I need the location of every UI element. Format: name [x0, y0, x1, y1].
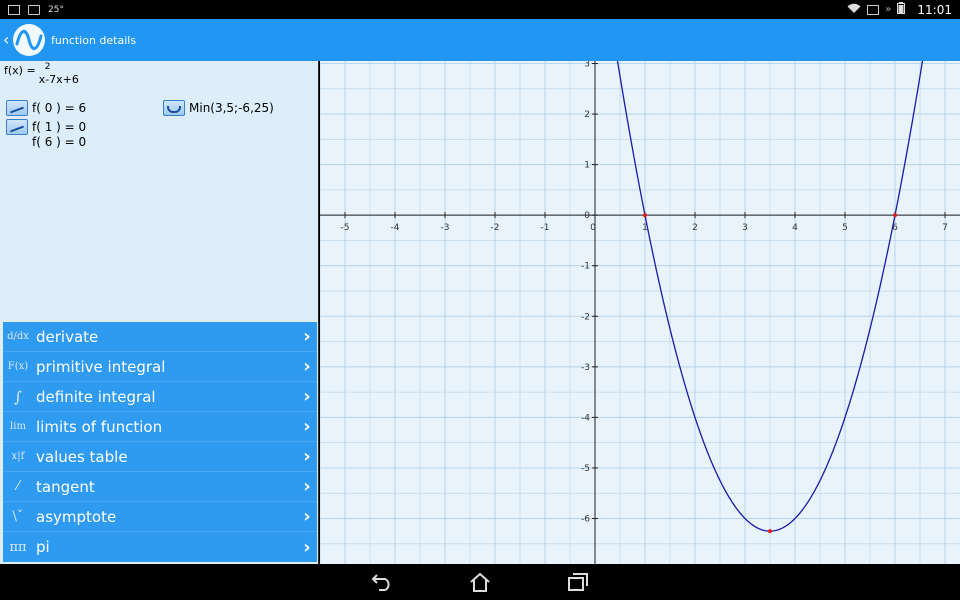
primitive-integral-icon: F(x)	[7, 361, 29, 372]
menu-item-label: tangent	[36, 477, 95, 496]
back-icon[interactable]	[369, 571, 395, 593]
menu-item-label: asymptote	[36, 507, 117, 526]
tangent-icon: ⁄	[16, 479, 20, 494]
chevron-right-icon: ›	[303, 416, 311, 437]
function-graph[interactable]: -5 -4 -3 -2 -1 0 1 2 3 4 5 6 7 3 2 1 0 -1 -2 -3 -4 -5 -6	[320, 61, 960, 564]
y-tick-label: 2	[584, 110, 590, 120]
y-intercept-value: f( 0 ) = 6	[32, 101, 87, 115]
menu-item-tangent[interactable]: ⁄ tangent ›	[3, 472, 317, 502]
menu-item-primitive-integral[interactable]: F(x) primitive integral ›	[3, 352, 317, 382]
minimum-value: Min(3,5;-6,25)	[189, 101, 274, 115]
roots-row: f( 1 ) = 0	[6, 119, 86, 135]
pi-icon: ππ	[9, 539, 27, 555]
graph-canvas[interactable]: -5 -4 -3 -2 -1 0 1 2 3 4 5 6 73210-1-2-3-4-5-6	[320, 61, 960, 564]
derivative-icon: d/dx	[7, 331, 29, 342]
y-tick-label: -6	[581, 515, 590, 525]
download-notification-icon	[8, 4, 20, 15]
x-tick-label: 7	[942, 223, 948, 233]
x-tick-label: -2	[491, 223, 500, 233]
battery-icon	[897, 2, 906, 17]
chevron-right-icon: ›	[303, 536, 311, 558]
y-tick-label: 1	[584, 161, 590, 171]
app-logo-icon[interactable]	[11, 22, 47, 58]
chevron-right-icon: ›	[303, 506, 311, 527]
chevron-right-icon: ›	[303, 446, 311, 467]
menu-item-asymptote[interactable]: \ˇ asymptote ›	[3, 502, 317, 532]
wifi-icon	[847, 3, 861, 17]
definite-integral-icon: ∫	[14, 387, 22, 406]
temperature-text: 25°	[48, 4, 64, 15]
x-tick-label: 5	[842, 223, 848, 233]
y-tick-label: -4	[581, 413, 590, 423]
values-table-icon: x|f	[11, 451, 25, 462]
page-title: function details	[51, 33, 137, 47]
y-tick-label: 0	[584, 211, 590, 221]
y-tick-label: -3	[581, 363, 590, 373]
function-details-panel: f(x) = x 2 -7x+6 f( 0 ) = 6 Min(3,5;-6,25)…	[0, 61, 319, 564]
device-icon	[867, 4, 880, 15]
menu-item-label: pi	[36, 538, 50, 556]
minimum-row: Min(3,5;-6,25)	[163, 100, 274, 116]
critical-point	[893, 213, 897, 218]
recent-apps-icon[interactable]	[565, 571, 591, 593]
menu-item-definite-integral[interactable]: ∫ definite integral ›	[3, 382, 317, 412]
image-notification-icon	[28, 4, 40, 15]
home-icon[interactable]	[467, 571, 493, 593]
chevron-right-icon: ›	[303, 476, 311, 497]
x-tick-label: -1	[541, 223, 550, 233]
x-tick-label: -3	[441, 223, 450, 233]
app-screen: 25° » 11:01 ‹ function details f(x) = x …	[0, 0, 960, 600]
limits-icon: lim	[10, 421, 26, 432]
critical-point	[768, 529, 772, 534]
menu-item-values-table[interactable]: x|f values table ›	[3, 442, 317, 472]
menu-item-label: derivate	[36, 327, 99, 346]
menu-item-limits-of-function[interactable]: lim limits of function ›	[3, 412, 317, 442]
function-definition: f(x) = x 2 -7x+6	[4, 62, 79, 86]
x-tick-label: 2	[692, 223, 698, 233]
function-expr-exponent: 2	[44, 62, 51, 72]
function-label: f(x) =	[4, 64, 36, 77]
clock-text: 11:01	[917, 2, 952, 17]
x-tick-label: -4	[391, 223, 400, 233]
menu-item-label: definite integral	[36, 387, 156, 406]
action-bar: ‹ function details	[0, 19, 960, 61]
navigation-bar	[0, 564, 960, 600]
menu-item-pi[interactable]: ππ pi ›	[3, 532, 317, 562]
x-tick-label: -5	[341, 223, 350, 233]
root-row-2: f( 6 ) = 0	[32, 134, 86, 150]
operations-menu: d/dx derivate › F(x) primitive integral …	[3, 322, 317, 562]
back-chevron-icon[interactable]: ‹	[3, 32, 11, 48]
menu-item-label: limits of function	[36, 417, 163, 436]
y-intercept-row: f( 0 ) = 6	[6, 100, 86, 116]
function-curve	[616, 61, 924, 532]
more-notifications-icon: »	[885, 4, 892, 15]
root-value-1: f( 1 ) = 0	[32, 120, 87, 134]
asymptote-icon: \ˇ	[12, 509, 24, 524]
minimum-icon[interactable]	[163, 100, 185, 116]
roots-icon[interactable]	[6, 119, 28, 135]
chevron-right-icon: ›	[303, 356, 311, 377]
menu-item-label: primitive integral	[36, 357, 166, 376]
y-tick-label: 3	[584, 61, 590, 70]
root-value-2: f( 6 ) = 0	[32, 135, 87, 149]
function-expr-rest: -7x+6	[45, 73, 79, 86]
y-intercept-icon[interactable]	[6, 100, 28, 116]
status-bar: 25° » 11:01	[0, 0, 960, 19]
x-tick-label: 3	[742, 223, 748, 233]
chevron-right-icon: ›	[303, 386, 311, 407]
chevron-right-icon: ›	[303, 326, 311, 347]
y-tick-label: -1	[581, 262, 590, 272]
critical-point	[643, 213, 647, 218]
x-tick-label: 0	[590, 223, 596, 233]
y-tick-label: -2	[581, 312, 590, 322]
function-expression: x 2 -7x+6	[39, 62, 79, 86]
x-tick-label: 4	[792, 223, 798, 233]
y-tick-label: -5	[581, 464, 590, 474]
menu-item-label: values table	[36, 447, 128, 466]
menu-item-derivate[interactable]: d/dx derivate ›	[3, 322, 317, 352]
